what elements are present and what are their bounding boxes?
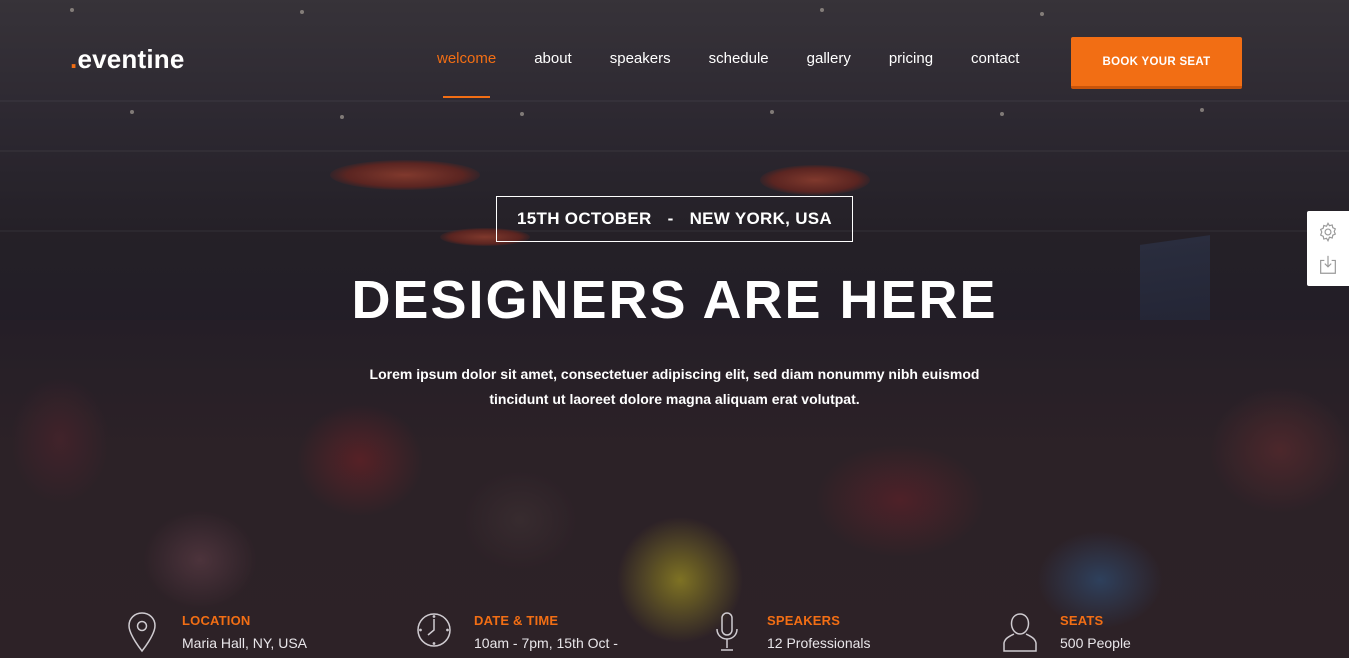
- nav-item-about[interactable]: about: [534, 50, 572, 70]
- info-value: Maria Hall, NY, USA: [182, 635, 308, 651]
- nav-item-speakers[interactable]: speakers: [610, 50, 671, 70]
- info-seats: SEATS 500 People: [1002, 610, 1131, 656]
- active-underline: [443, 96, 491, 98]
- date-separator: -: [667, 209, 674, 228]
- nav-item-contact[interactable]: contact: [971, 50, 1019, 70]
- site-logo[interactable]: .eventine: [70, 44, 185, 75]
- gear-icon[interactable]: [1317, 221, 1339, 243]
- info-date-time: DATE & TIME 10am - 7pm, 15th Oct -: [416, 610, 618, 656]
- logo-text: eventine: [77, 44, 185, 74]
- info-label: SPEAKERS: [767, 613, 841, 628]
- download-icon[interactable]: [1317, 254, 1339, 276]
- info-value: 500 People: [1060, 635, 1131, 651]
- hero-title: DESIGNERS ARE HERE: [351, 270, 998, 330]
- nav-item-welcome[interactable]: welcome: [437, 50, 497, 98]
- info-location: LOCATION Maria Hall, NY, USA: [124, 610, 307, 656]
- nav-item-gallery[interactable]: gallery: [807, 50, 851, 70]
- info-label: LOCATION: [182, 613, 251, 628]
- clock-icon: [417, 613, 451, 647]
- side-settings-widget: [1307, 211, 1349, 286]
- hero-description: Lorem ipsum dolor sit amet, consectetuer…: [330, 362, 1019, 412]
- nav-label: about: [534, 50, 572, 67]
- user-icon: [1003, 613, 1037, 652]
- info-value: 10am - 7pm, 15th Oct -: [474, 635, 618, 651]
- hero-description-line-2: tincidunt ut laoreet dolore magna aliqua…: [489, 391, 860, 407]
- info-speakers: SPEAKERS 12 Professionals: [709, 610, 871, 656]
- nav-label: speakers: [609, 50, 671, 67]
- info-label: DATE & TIME: [474, 613, 559, 628]
- event-date-location-box: 15TH OCTOBER - NEW YORK, USA: [496, 196, 853, 242]
- nav-label: gallery: [806, 50, 851, 67]
- nav-item-pricing[interactable]: pricing: [889, 50, 933, 70]
- nav-label: contact: [971, 50, 1020, 67]
- info-value: 12 Professionals: [767, 635, 871, 651]
- nav-item-schedule[interactable]: schedule: [709, 50, 769, 70]
- nav-label: welcome: [437, 50, 497, 67]
- nav-label: pricing: [888, 50, 934, 67]
- event-date: 15TH OCTOBER: [517, 209, 652, 228]
- nav-label: schedule: [708, 50, 769, 67]
- event-location: NEW YORK, USA: [689, 209, 832, 228]
- book-your-seat-button[interactable]: BOOK YOUR SEAT: [1071, 37, 1242, 89]
- info-label: SEATS: [1060, 613, 1104, 628]
- location-pin-icon: [128, 612, 156, 653]
- hero-description-line-1: Lorem ipsum dolor sit amet, consectetuer…: [369, 366, 980, 382]
- main-nav: welcome about speakers schedule gallery …: [437, 50, 1057, 98]
- microphone-icon: [716, 612, 738, 651]
